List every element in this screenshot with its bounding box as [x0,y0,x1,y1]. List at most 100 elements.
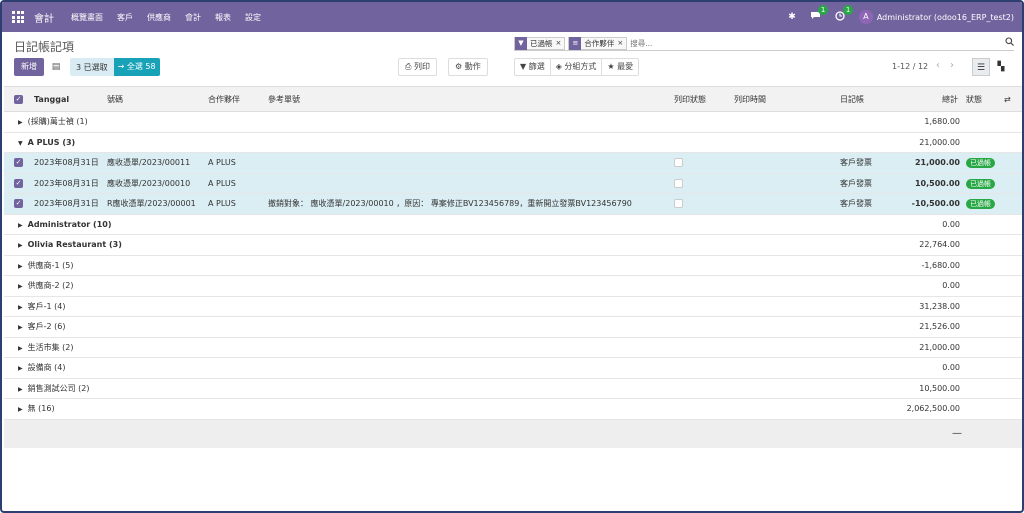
print-button[interactable]: ⎙ 列印 [398,58,437,76]
group-row[interactable]: ▶ 生活市集 (2) 21,000.00 [4,338,1022,358]
close-icon[interactable]: × [556,39,565,47]
search-icon[interactable] [1005,37,1014,49]
row-checkbox[interactable]: ✓ [14,174,23,195]
cell-partner: A PLUS [208,158,236,167]
user-menu[interactable]: Administrator (odoo16_ERP_test2) [877,13,1014,22]
cell-total: -10,500.00 [911,199,960,208]
layers-icon: ≡ [569,36,582,50]
action-button[interactable]: ⚙ 動作 [448,58,488,76]
column-number[interactable]: 號碼 [107,87,123,113]
column-date[interactable]: Tanggal [34,87,69,113]
optional-columns-icon[interactable]: ⇄ [1004,87,1011,113]
navbar-systray: ✱ 1 1 A Administrator (odoo16_ERP_test2) [788,2,1022,32]
cell-date: 2023年08月31日 [34,199,99,208]
avatar[interactable]: A [858,10,873,24]
caret-right-icon: ▶ [18,406,23,413]
select-all-checkbox[interactable]: ✓ [14,87,23,113]
group-label: 設備商 (4) [27,363,66,372]
status-badge-label: 已過帳 [966,158,995,168]
search-options: ▼ 篩選 ◈ 分組方式 ★ 最愛 [514,58,640,76]
new-button[interactable]: 新增 [14,58,44,76]
column-journal[interactable]: 日記帳 [840,87,864,113]
column-ref[interactable]: 參考單號 [268,87,300,113]
row-checkbox[interactable]: ✓ [14,153,23,174]
column-total[interactable]: 總計 [942,87,958,113]
group-label: 銷售測試公司 (2) [27,383,90,393]
menu-customers[interactable]: 客戶 [117,12,133,23]
chevron-left-icon[interactable]: ‹ [936,60,940,71]
group-row[interactable]: ▶ 設備商 (4) 0.00 [4,358,1022,379]
group-total: 0.00 [942,281,960,290]
caret-right-icon: ▶ [18,242,23,249]
facet-label: 已過帳 [530,38,553,48]
menu-overview[interactable]: 概覽畫面 [71,12,103,23]
group-row[interactable]: ▶ (採購)萬士禎 (1) 1,680.00 [4,112,1022,133]
group-row[interactable]: ▶ Olivia Restaurant (3) 22,764.00 [4,235,1022,256]
column-status[interactable]: 狀態 [966,87,982,113]
print-status-checkbox [674,153,683,174]
list-table: ✓ Tanggal 號碼 合作夥伴 參考單號 列印狀態 列印時間 日記帳 總計 … [4,86,1022,448]
table-row[interactable]: ✓ 2023年08月31日 R應收憑單/2023/00001 A PLUS 撤銷… [4,194,1022,215]
menu-vendors[interactable]: 供應商 [147,12,171,23]
group-total: 21,000.00 [919,342,960,352]
caret-right-icon: ▶ [18,303,23,311]
bug-icon[interactable]: ✱ [788,12,796,22]
print-label: 列印 [413,62,430,71]
group-row[interactable]: ▶ 客戶-1 (4) 31,238.00 [4,297,1022,317]
table-row[interactable]: ✓ 2023年08月31日 應收憑單/2023/00011 A PLUS 客戶發… [4,153,1022,174]
group-total: 0.00 [942,219,960,229]
chevron-right-icon[interactable]: › [950,60,954,71]
group-row[interactable]: ▶ 供應商-1 (5) -1,680.00 [4,256,1022,276]
column-print-time[interactable]: 列印時間 [734,87,766,113]
groupby-button[interactable]: ◈ 分組方式 [551,59,603,75]
cell-number: 應收憑單/2023/00010 [107,178,191,188]
group-total: 2,062,500.00 [906,404,960,413]
group-total: 21,526.00 [919,322,960,331]
pager-value[interactable]: 1-12 / 12 [892,62,928,71]
search-input[interactable] [630,38,1001,48]
group-row[interactable]: ▶ Administrator (10) 0.00 [4,215,1022,235]
menu-accounting[interactable]: 會計 [185,12,201,23]
column-partner[interactable]: 合作夥伴 [208,87,240,113]
group-row[interactable]: ▶ 銷售測試公司 (2) 10,500.00 [4,379,1022,399]
clock-icon[interactable]: 1 [835,4,854,24]
activity-badge: 1 [842,4,854,15]
cell-partner: A PLUS [208,178,236,188]
apps-menu-icon[interactable] [12,11,24,23]
kanban-view-icon[interactable]: ▚ [992,58,1010,76]
close-icon[interactable]: × [617,39,626,47]
gear-icon: ⚙ [455,62,463,71]
cell-journal: 客戶發票 [840,158,872,167]
group-row[interactable]: ▶ 供應商-2 (2) 0.00 [4,276,1022,297]
row-checkbox[interactable]: ✓ [14,194,23,215]
footer-total: — [952,427,962,439]
column-print-status[interactable]: 列印狀態 [674,87,706,113]
filter-button[interactable]: ▼ 篩選 [515,59,551,75]
group-label: 供應商-1 (5) [27,260,74,270]
layers-icon: ◈ [555,62,562,71]
facet-label: 合作夥伴 [584,38,615,48]
menu-settings[interactable]: 設定 [245,12,261,23]
filter-label: 篩選 [528,62,545,71]
caret-right-icon: ▶ [18,344,23,352]
select-all-button[interactable]: → 全選 58 [113,58,160,76]
chat-icon[interactable]: 1 [810,5,829,23]
table-row[interactable]: ✓ 2023年08月31日 應收憑單/2023/00010 A PLUS 客戶發… [4,173,1022,195]
group-label: (採購)萬士禎 (1) [27,117,88,126]
caret-right-icon: ▶ [18,221,23,229]
cell-ref: 撤銷對象： 應收憑單/2023/00010 ，原因： 專案修正BV1234567… [268,199,632,208]
app-name[interactable]: 會計 [34,10,54,25]
group-row[interactable]: ▶ 客戶-2 (6) 21,526.00 [4,317,1022,338]
status-badge-label: 已過帳 [966,199,995,209]
list-view-icon[interactable]: ☰ [972,58,990,76]
cell-date: 2023年08月31日 [34,178,99,188]
favorites-button[interactable]: ★ 最愛 [602,59,638,75]
group-total: 21,000.00 [919,137,960,147]
group-row[interactable]: ▼ A PLUS (3) 21,000.00 [4,133,1022,153]
menu-reports[interactable]: 報表 [215,12,231,23]
cell-partner: A PLUS [208,199,236,208]
group-row[interactable]: ▶ 無 (16) 2,062,500.00 [4,399,1022,420]
upload-icon[interactable]: ▤ [48,58,64,76]
cell-journal: 客戶發票 [840,178,872,188]
group-label: 供應商-2 (2) [27,281,74,290]
